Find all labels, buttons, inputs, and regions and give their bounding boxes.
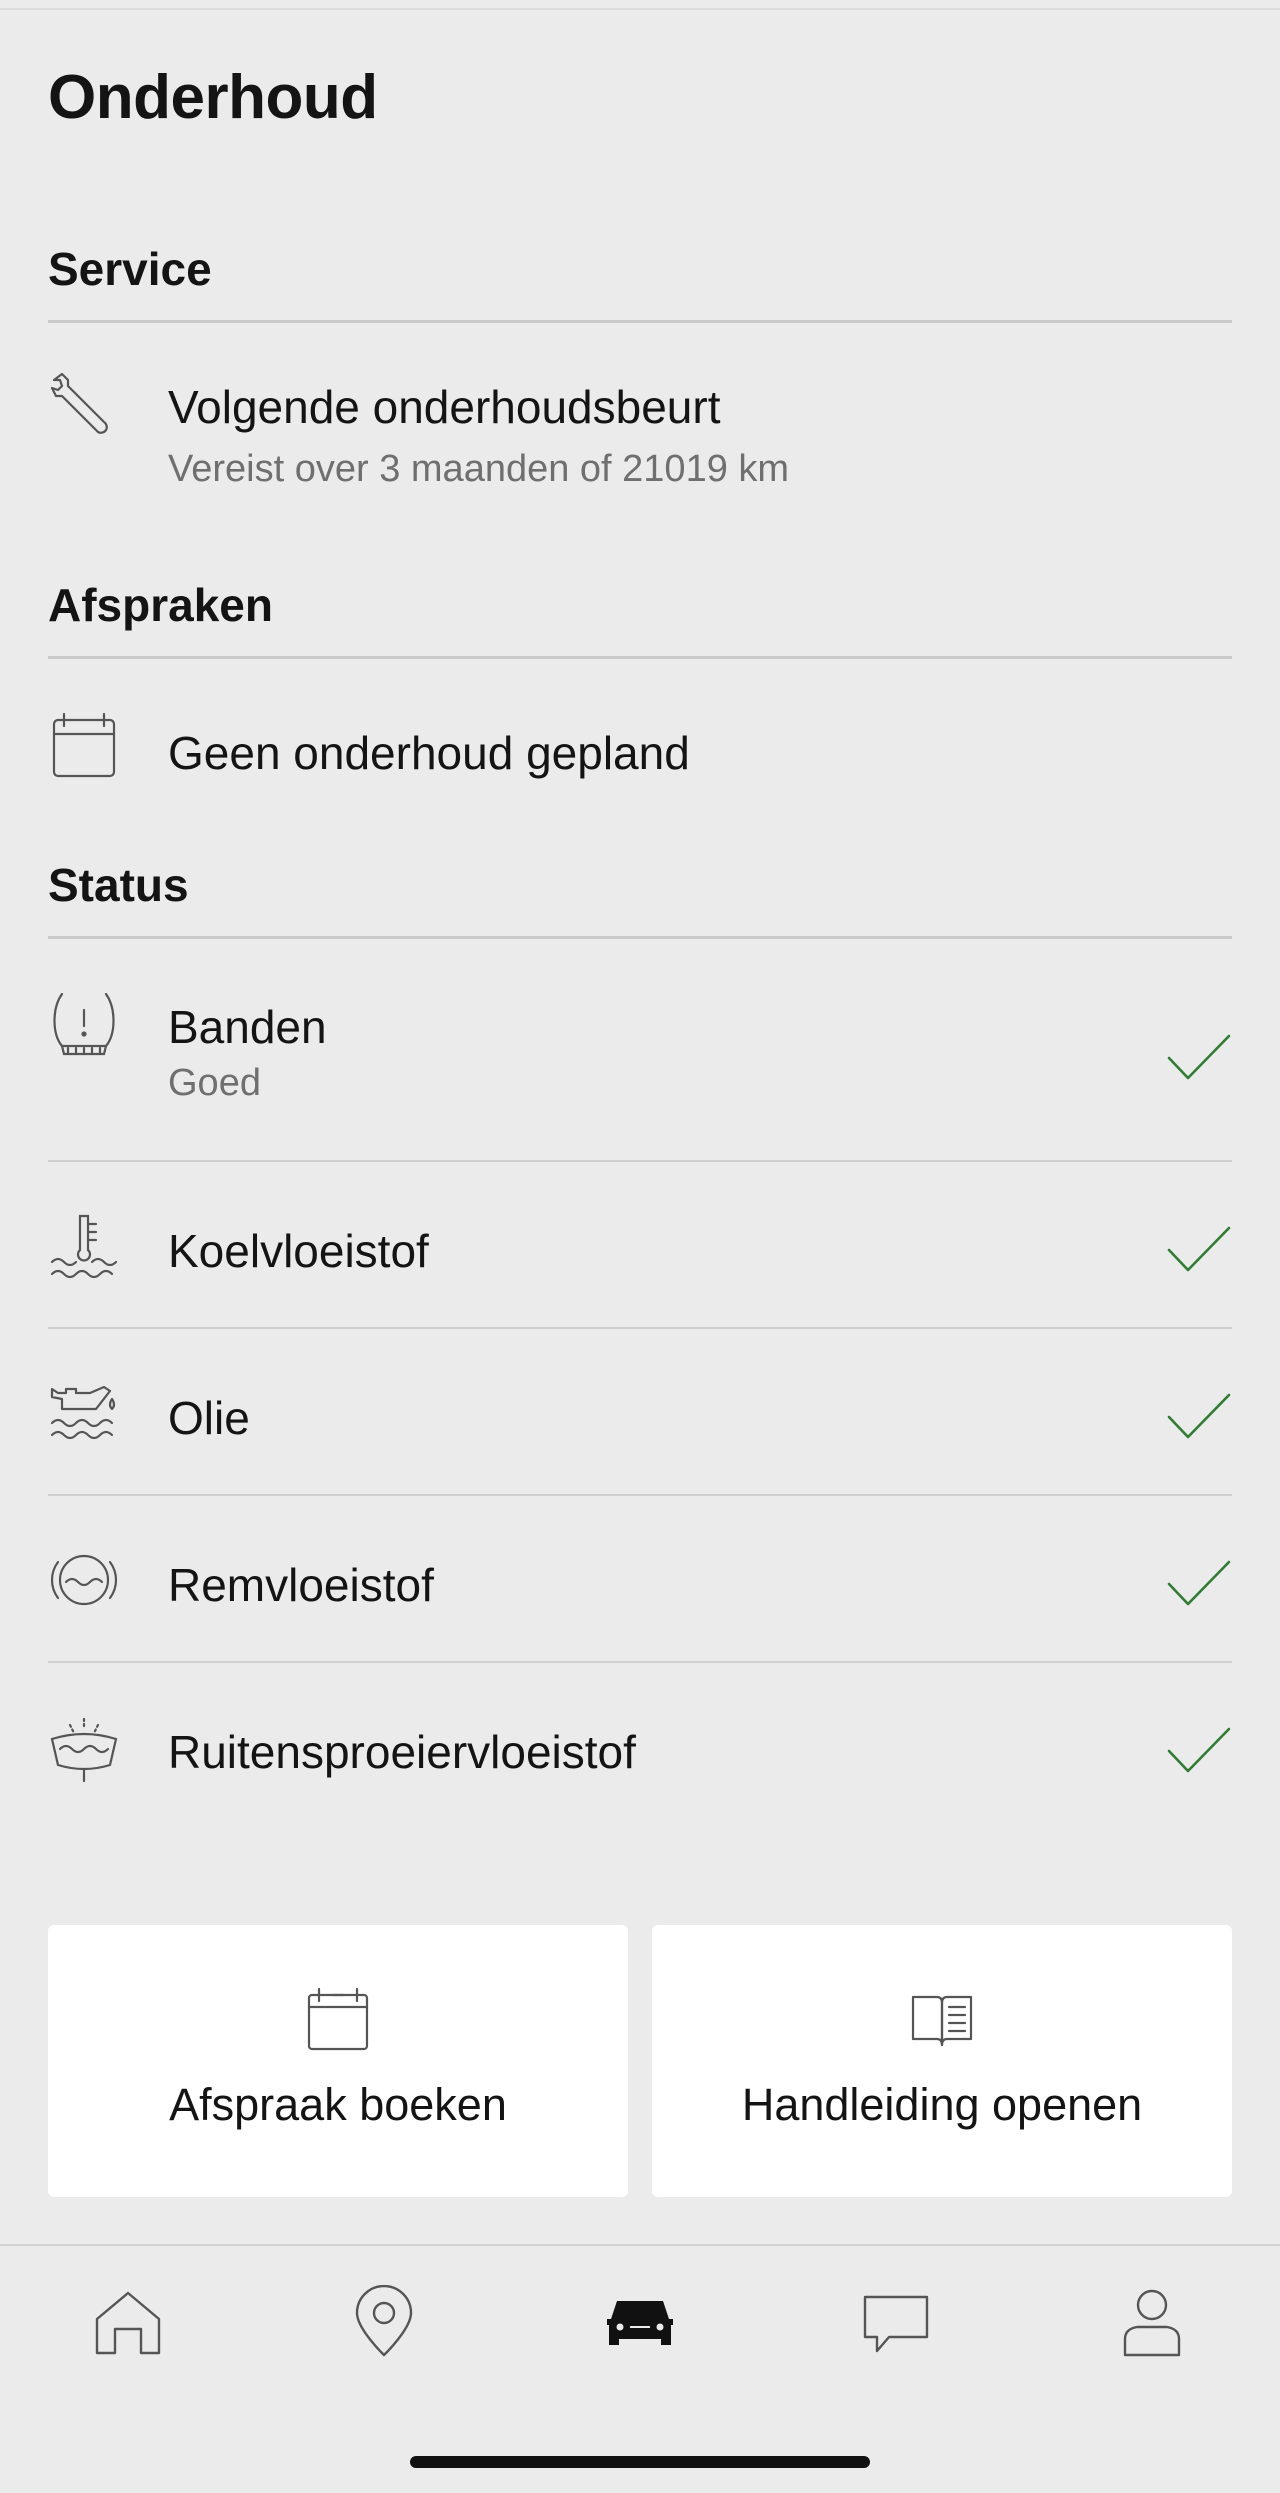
- status-item-remvloeistof[interactable]: Remvloeistof: [48, 1544, 1232, 1654]
- status-item-olie[interactable]: Olie: [48, 1377, 1232, 1487]
- tab-location[interactable]: [347, 2284, 421, 2359]
- service-item-title: Volgende onderhoudsbeurt: [168, 381, 721, 433]
- check-icon: [1166, 1725, 1232, 1775]
- status-item-title: Koelvloeistof: [168, 1225, 429, 1277]
- section-rule: [48, 656, 1232, 659]
- service-item-subtitle: Vereist over 3 maanden of 21019 km: [168, 448, 790, 490]
- top-divider: [0, 8, 1280, 10]
- check-icon: [1166, 1032, 1232, 1082]
- status-item-title: Ruitensproeiervloeistof: [168, 1726, 636, 1778]
- check-icon: [1166, 1224, 1232, 1274]
- section-header-status: Status: [48, 859, 189, 911]
- row-divider: [48, 1327, 1232, 1329]
- tab-profile[interactable]: [1115, 2285, 1189, 2359]
- status-item-title: Remvloeistof: [168, 1559, 434, 1611]
- status-item-ruitensproeiervloeistof[interactable]: Ruitensproeiervloeistof: [48, 1711, 1232, 1821]
- section-header-service: Service: [48, 243, 212, 295]
- status-item-koelvloeistof[interactable]: Koelvloeistof: [48, 1210, 1232, 1320]
- tab-home[interactable]: [91, 2285, 165, 2359]
- book-appointment-button[interactable]: Afspraak boeken: [48, 1925, 628, 2197]
- appointments-item-title: Geen onderhoud gepland: [168, 727, 690, 779]
- coolant-icon: [48, 1210, 120, 1282]
- status-item-title: Banden: [168, 1001, 327, 1053]
- section-header-appointments: Afspraken: [48, 579, 273, 631]
- row-divider: [48, 1661, 1232, 1663]
- brake-fluid-icon: [48, 1544, 120, 1616]
- status-item-title: Olie: [168, 1392, 250, 1444]
- maintenance-screen: Onderhoud Service Volgende onderhoudsbeu…: [0, 0, 1280, 2493]
- home-icon: [95, 2291, 161, 2355]
- chat-icon: [863, 2295, 929, 2353]
- check-icon: [1166, 1558, 1232, 1608]
- calendar-icon: [305, 1987, 371, 2053]
- section-rule: [48, 320, 1232, 323]
- check-icon: [1166, 1391, 1232, 1441]
- tire-pressure-icon: [48, 990, 120, 1062]
- oil-can-icon: [48, 1377, 120, 1449]
- service-next-maintenance[interactable]: Volgende onderhoudsbeurt Vereist over 3 …: [48, 370, 1232, 510]
- appointments-item[interactable]: Geen onderhoud gepland: [48, 706, 1232, 806]
- car-icon: [607, 2301, 673, 2345]
- row-divider: [48, 1494, 1232, 1496]
- status-item-banden[interactable]: Banden Goed: [48, 990, 1232, 1130]
- tab-car[interactable]: [603, 2285, 677, 2359]
- section-rule: [48, 936, 1232, 939]
- tabbar-divider: [0, 2244, 1280, 2246]
- book-icon: [909, 1987, 975, 2053]
- location-pin-icon: [355, 2284, 413, 2357]
- profile-icon: [1123, 2289, 1181, 2357]
- washer-fluid-icon: [48, 1711, 120, 1783]
- book-appointment-label: Afspraak boeken: [169, 2079, 507, 2130]
- calendar-icon: [48, 710, 120, 782]
- open-manual-button[interactable]: Handleiding openen: [652, 1925, 1232, 2197]
- wrench-icon: [48, 370, 120, 442]
- page-title: Onderhoud: [48, 63, 378, 132]
- tab-messages[interactable]: [859, 2285, 933, 2359]
- row-divider: [48, 1160, 1232, 1162]
- home-indicator: [410, 2456, 870, 2468]
- status-item-subtitle: Goed: [168, 1062, 261, 1104]
- open-manual-label: Handleiding openen: [741, 2079, 1143, 2130]
